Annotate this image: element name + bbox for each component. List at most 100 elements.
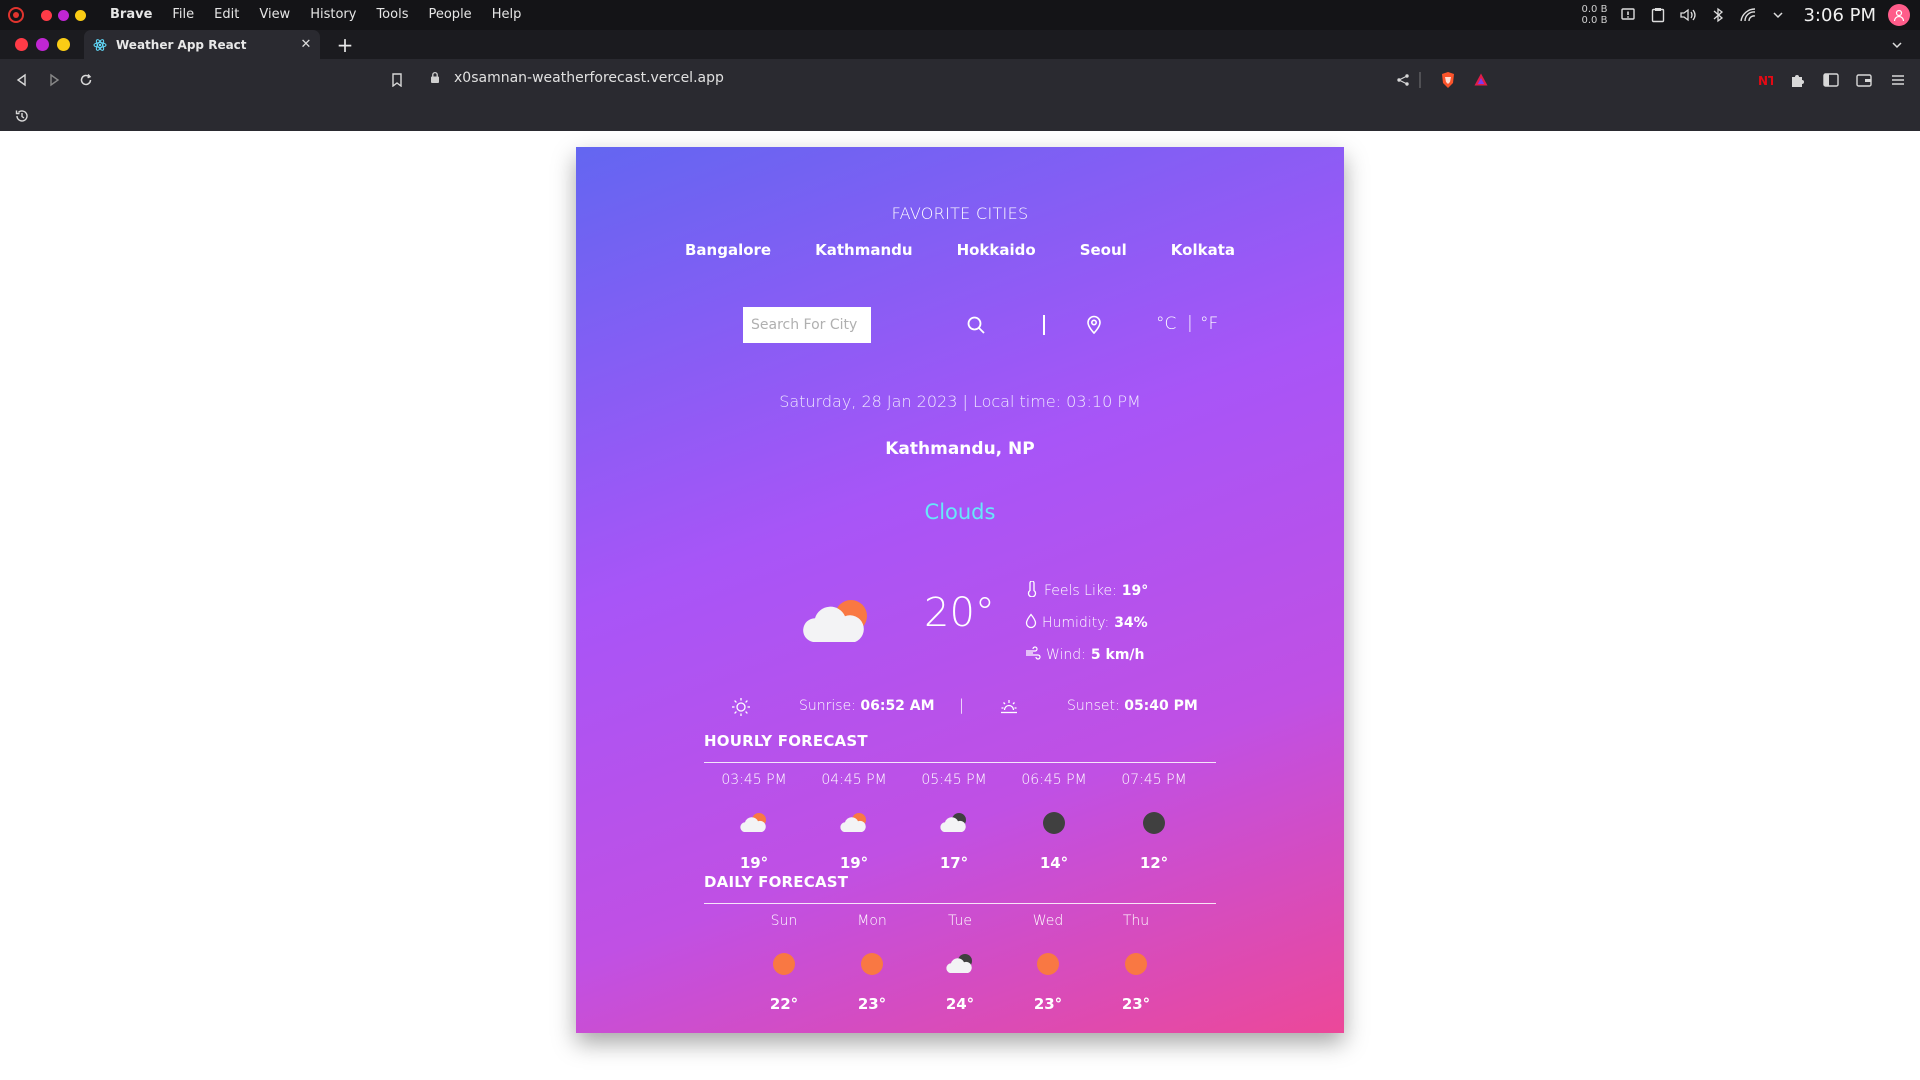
menu-people[interactable]: People <box>418 0 481 30</box>
feels-like-row: Feels Like: 19° <box>1025 575 1148 607</box>
daily-item: Wed 23° <box>998 913 1098 1013</box>
browser-maximize-icon[interactable] <box>57 38 70 51</box>
city-button-seoul[interactable]: Seoul <box>1058 241 1149 259</box>
browser-toolbar: x0samnan-weatherforecast.vercel.app NT <box>0 59 1920 100</box>
city-button-kolkata[interactable]: Kolkata <box>1149 241 1257 259</box>
location-title: Kathmandu, NP <box>885 439 1035 459</box>
cloud-sun-icon <box>799 592 879 652</box>
weather-card: FAVORITE CITIES Bangalore Kathmandu Hokk… <box>576 147 1344 1033</box>
cloud-sun-icon <box>804 804 904 842</box>
cloud-night-icon <box>910 945 1010 983</box>
daily-day: Tue <box>948 913 972 929</box>
browser-minimize-icon[interactable] <box>36 38 49 51</box>
volume-icon[interactable] <box>1679 6 1697 24</box>
chevron-down-icon[interactable] <box>1769 6 1787 24</box>
search-icon[interactable] <box>964 313 988 337</box>
daily-temp: 24° <box>945 995 975 1013</box>
net-download: 0.0 B <box>1581 15 1608 26</box>
daily-temp: 23° <box>1121 995 1151 1013</box>
sunset-label: Sunset: <box>1067 698 1120 714</box>
sunset-icon <box>998 696 1020 718</box>
sun-icon <box>1086 945 1186 983</box>
hourly-time: 03:45 PM <box>721 772 787 788</box>
app-menu-bar: Brave File Edit View History Tools Peopl… <box>100 0 531 30</box>
clipboard-icon[interactable] <box>1649 6 1667 24</box>
daily-divider <box>704 903 1216 904</box>
svg-text:NT: NT <box>1758 74 1773 88</box>
menu-help[interactable]: Help <box>482 0 532 30</box>
tab-close-icon[interactable]: ✕ <box>296 35 316 55</box>
location-pin-icon[interactable] <box>1082 313 1106 337</box>
page-viewport: FAVORITE CITIES Bangalore Kathmandu Hokk… <box>0 131 1920 1080</box>
hourly-time: 05:45 PM <box>921 772 987 788</box>
sun-icon <box>998 945 1098 983</box>
weather-details: Feels Like: 19° Humidity: 34% Wind: 5 km/h <box>1025 575 1148 671</box>
wind-row: Wind: 5 km/h <box>1025 639 1148 671</box>
share-icon[interactable] <box>1392 69 1414 91</box>
history-icon[interactable] <box>11 105 33 127</box>
daily-temp: 22° <box>769 995 799 1013</box>
hourly-temp: 17° <box>939 854 969 872</box>
sun-divider: | <box>959 696 965 714</box>
netflix-extension-icon[interactable]: NT <box>1754 69 1776 91</box>
city-button-hokkaido[interactable]: Hokkaido <box>935 241 1058 259</box>
daily-item: Thu 23° <box>1086 913 1186 1013</box>
os-logo-icon[interactable] <box>5 4 27 26</box>
new-tab-icon[interactable]: + <box>334 33 356 57</box>
menu-tools[interactable]: Tools <box>366 0 418 30</box>
sidebar-toggle-icon[interactable] <box>1820 69 1842 91</box>
back-icon[interactable] <box>11 69 33 91</box>
tab-weather-app[interactable]: Weather App React ✕ <box>84 30 320 59</box>
forward-icon[interactable] <box>43 69 65 91</box>
brave-shields-icon[interactable] <box>1437 69 1459 91</box>
menu-edit[interactable]: Edit <box>204 0 249 30</box>
minimize-window-icon[interactable] <box>58 9 69 21</box>
wallet-icon[interactable] <box>1853 69 1875 91</box>
wifi-icon[interactable] <box>1739 6 1757 24</box>
hourly-item: 04:45 PM 19° <box>804 772 904 872</box>
hourly-time: 07:45 PM <box>1121 772 1187 788</box>
hourly-temp: 14° <box>1039 854 1069 872</box>
celsius-button[interactable]: °C <box>1156 314 1176 334</box>
daily-forecast-title: DAILY FORECAST <box>704 873 849 891</box>
window-controls <box>41 9 86 21</box>
hourly-time: 04:45 PM <box>821 772 887 788</box>
city-button-kathmandu[interactable]: Kathmandu <box>793 241 934 259</box>
menu-file[interactable]: File <box>162 0 204 30</box>
daily-temp: 23° <box>1033 995 1063 1013</box>
close-window-icon[interactable] <box>41 9 52 21</box>
url-text[interactable]: x0samnan-weatherforecast.vercel.app <box>454 70 724 86</box>
city-button-bangalore[interactable]: Bangalore <box>663 241 793 259</box>
daily-item: Sun 22° <box>734 913 834 1013</box>
maximize-window-icon[interactable] <box>75 9 86 21</box>
address-bar[interactable]: x0samnan-weatherforecast.vercel.app <box>380 63 1500 96</box>
bluetooth-icon[interactable] <box>1709 6 1727 24</box>
brave-rewards-icon[interactable] <box>1470 69 1492 91</box>
user-avatar-icon[interactable] <box>1888 4 1910 26</box>
hamburger-menu-icon[interactable] <box>1887 69 1909 91</box>
tab-strip: Weather App React ✕ + <box>0 30 1920 59</box>
reload-icon[interactable] <box>75 69 97 91</box>
fahrenheit-button[interactable]: °F <box>1200 314 1218 334</box>
extensions-puzzle-icon[interactable] <box>1787 69 1809 91</box>
menu-app-name[interactable]: Brave <box>100 0 162 30</box>
browser-close-icon[interactable] <box>15 38 28 51</box>
humidity-label: Humidity: <box>1042 615 1110 631</box>
notification-icon[interactable] <box>1619 6 1637 24</box>
daily-day: Thu <box>1122 913 1150 929</box>
moon-icon <box>1104 804 1204 842</box>
system-clock[interactable]: 3:06 PM <box>1803 5 1876 26</box>
menu-view[interactable]: View <box>249 0 300 30</box>
hourly-item: 03:45 PM 19° <box>704 772 804 872</box>
hourly-item: 05:45 PM 17° <box>904 772 1004 872</box>
search-input[interactable] <box>743 307 871 343</box>
hourly-divider <box>704 762 1216 763</box>
droplet-icon <box>1025 613 1037 633</box>
humidity-value: 34% <box>1114 615 1148 631</box>
lock-icon[interactable] <box>430 71 440 88</box>
menu-history[interactable]: History <box>300 0 366 30</box>
sunrise-text: Sunrise: 06:52 AM <box>799 698 935 714</box>
tab-list-chevron-icon[interactable] <box>1886 34 1908 56</box>
daily-item: Tue 24° <box>910 913 1010 1013</box>
moon-icon <box>1004 804 1104 842</box>
